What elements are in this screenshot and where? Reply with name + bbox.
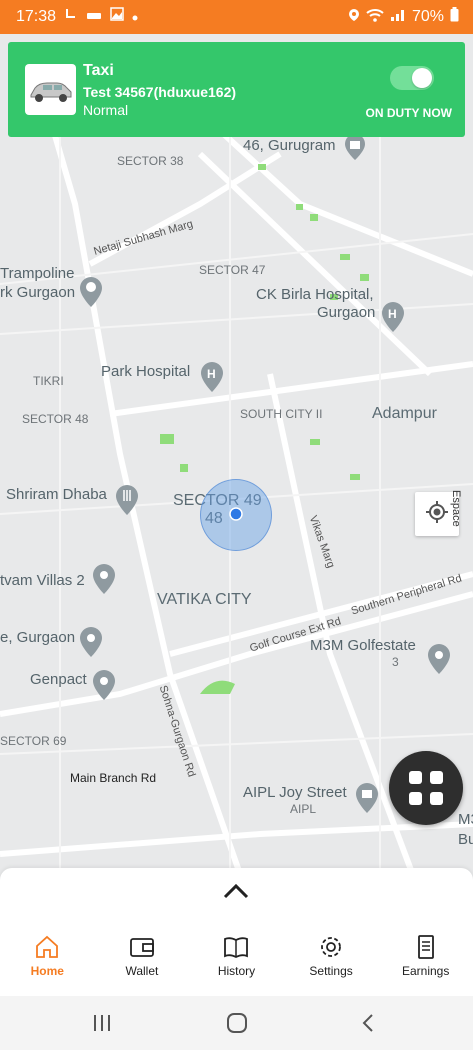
svg-text:H: H — [207, 367, 216, 381]
wallet-icon — [95, 934, 190, 960]
map-label-tikri: TIKRI — [33, 374, 64, 388]
map-label-ckbirla: CK Birla Hospital, — [256, 286, 374, 303]
toggle-knob — [412, 68, 432, 88]
map-label-bu: Bu — [458, 831, 473, 848]
wifi-icon — [366, 8, 384, 27]
map-label-park-hospital: Park Hospital — [101, 363, 191, 380]
bottom-panel: Home Wallet History Settings Earnings — [0, 868, 473, 998]
nav-item-home[interactable]: Home — [0, 928, 95, 988]
map-label-shriram: Shriram Dhaba — [6, 486, 107, 503]
dot-icon — [132, 8, 138, 26]
map-label-aipl: AIPL Joy Street — [243, 784, 347, 801]
crosshair-icon — [426, 500, 448, 528]
menu-grid-button[interactable] — [389, 751, 463, 825]
map-label-aipl-2: AIPL — [290, 802, 317, 816]
nav-label: Earnings — [401, 964, 450, 978]
map-label-trampoline: Trampoline — [0, 265, 75, 282]
map-label-egurgaon: e, Gurgaon — [0, 629, 76, 646]
service-type: Taxi — [83, 62, 114, 79]
map-label-gurugram: 46, Gurugram — [243, 137, 336, 154]
image-icon — [110, 7, 124, 26]
driver-status-card: Taxi Test 34567(hduxue162) Normal ON DUT… — [8, 42, 465, 137]
map-label-ckbirla-2: Gurgaon — [317, 304, 376, 321]
grid-icon — [389, 771, 463, 829]
status-bar: 17:38 70% — [0, 0, 473, 34]
map-label-tvam: tvam Villas 2 — [0, 572, 85, 589]
map-label-main-branch: Main Branch Rd — [70, 771, 157, 785]
nav-label: Home — [30, 964, 64, 978]
system-navigation-bar — [0, 996, 473, 1050]
book-icon — [189, 934, 284, 960]
map-label-sector69: SECTOR 69 — [0, 734, 67, 748]
map-label-m3m: M3M Golfestate — [310, 637, 416, 654]
nav-item-wallet[interactable]: Wallet — [95, 928, 190, 988]
nav-label: Settings — [309, 964, 353, 978]
app-notification-icon — [86, 8, 102, 26]
notification-icon — [64, 7, 78, 26]
map-label-trampoline-2: rk Gurgaon — [0, 284, 76, 301]
map-label-sector47: SECTOR 47 — [199, 263, 266, 277]
gear-icon — [284, 934, 379, 960]
duty-toggle[interactable] — [390, 66, 434, 90]
home-icon — [0, 934, 95, 960]
nav-label: Wallet — [125, 964, 159, 978]
receipt-icon — [378, 934, 473, 960]
nav-item-history[interactable]: History — [189, 928, 284, 988]
chevron-up-icon[interactable] — [222, 882, 250, 905]
nav-item-settings[interactable]: Settings — [284, 928, 379, 988]
location-icon — [348, 8, 360, 27]
map-label-southcity: SOUTH CITY II — [240, 407, 323, 421]
nav-label: History — [217, 964, 256, 978]
map-label-adampur: Adampur — [372, 405, 437, 422]
nav-item-earnings[interactable]: Earnings — [378, 928, 473, 988]
car-icon — [25, 64, 76, 115]
battery-icon — [450, 7, 459, 27]
map-label-sector48: SECTOR 48 — [22, 412, 89, 426]
map-label-sector38: SECTOR 38 — [117, 154, 184, 168]
home-button-icon[interactable] — [226, 1012, 248, 1039]
driver-mode: Normal — [83, 102, 129, 118]
svg-text:H: H — [388, 307, 397, 321]
vehicle-id: Test 34567(hduxue162) — [83, 84, 237, 100]
map-label-m3m-3: 3 — [392, 655, 399, 669]
map-label-genpact: Genpact — [30, 671, 87, 688]
recent-apps-icon[interactable] — [92, 1013, 112, 1038]
signal-icon — [390, 8, 406, 27]
duty-status-label: ON DUTY NOW — [365, 106, 452, 120]
status-time: 17:38 — [16, 7, 57, 25]
battery-level: 70% — [411, 8, 444, 25]
back-icon[interactable] — [360, 1013, 376, 1038]
locate-hint: Espace — [450, 490, 462, 527]
bottom-navigation: Home Wallet History Settings Earnings — [0, 928, 473, 988]
map-label-vatika: VATIKA CITY — [157, 591, 252, 608]
